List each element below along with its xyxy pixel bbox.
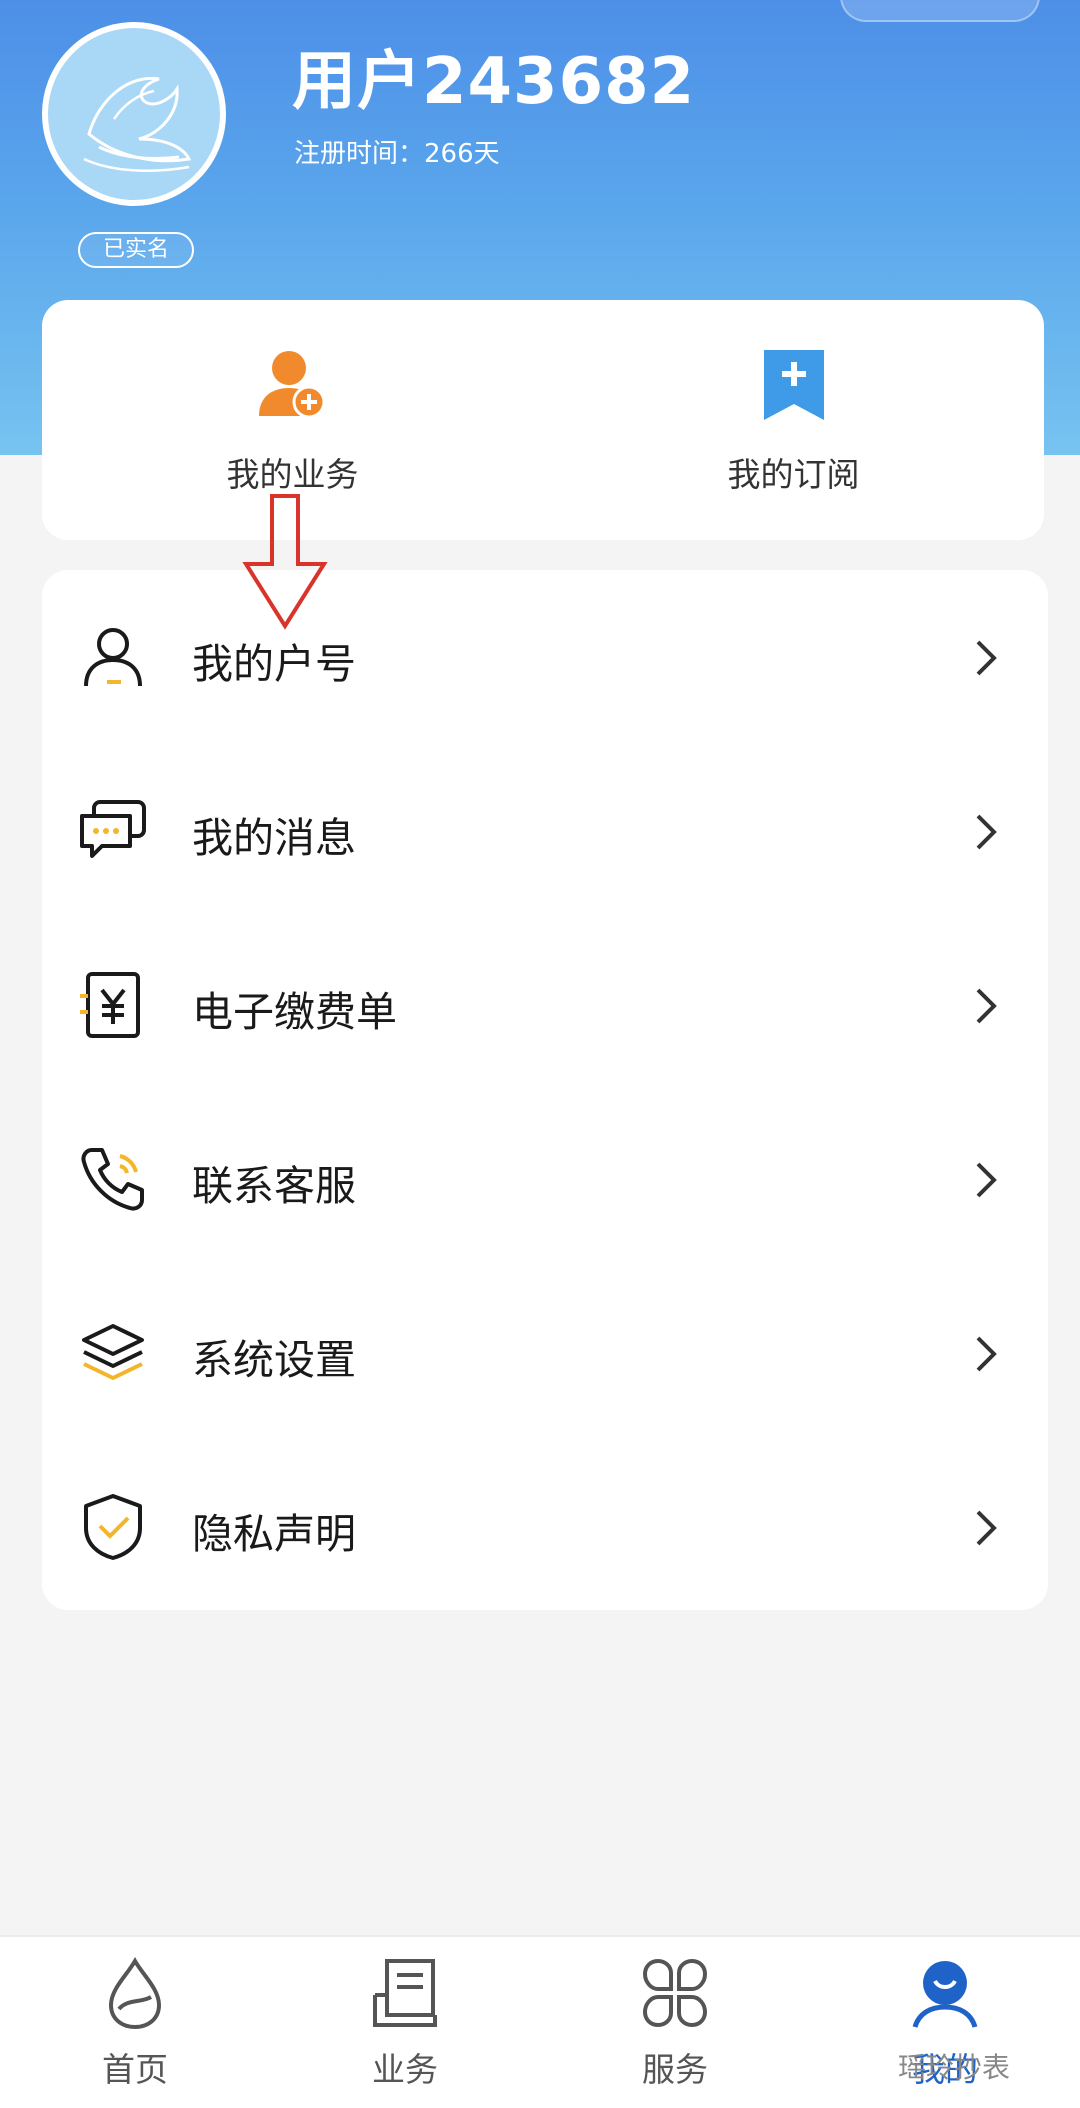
- wave-logo-icon: [83, 76, 192, 172]
- menu-label: 联系客服: [192, 1162, 356, 1210]
- menu-item-privacy[interactable]: 隐私声明: [42, 1440, 1048, 1614]
- annotation-down-arrow: [242, 494, 328, 630]
- menu-card: 我的户号 我的消息 电子缴费单 联系客服 系统设置 隐私声明: [42, 570, 1048, 1610]
- tab-label: 业务: [372, 2050, 438, 2089]
- verified-badge: 已实名: [78, 232, 194, 268]
- user-add-icon: [258, 351, 325, 419]
- chevron-right-icon: [976, 640, 997, 676]
- phone-icon: [81, 1148, 144, 1211]
- chevron-right-icon: [976, 1162, 997, 1198]
- registration-label: 注册时间：: [294, 139, 425, 169]
- my-subscription-label: 我的订阅: [727, 455, 860, 494]
- username: 用户243682: [292, 45, 696, 119]
- grid-petals-icon: [642, 1958, 708, 2028]
- bookmark-plus-icon: [763, 350, 824, 420]
- yuan-bill-icon: [80, 972, 140, 1038]
- shield-check-icon: [84, 1494, 142, 1560]
- menu-label: 电子缴费单: [192, 988, 397, 1036]
- tab-label: 首页: [102, 2050, 168, 2089]
- chevron-right-icon: [976, 1510, 997, 1546]
- menu-item-messages[interactable]: 我的消息: [42, 744, 1048, 918]
- menu-label: 隐私声明: [192, 1510, 356, 1558]
- tab-home[interactable]: 首页: [0, 1937, 270, 2108]
- document-icon: [373, 1959, 437, 2027]
- chevron-right-icon: [976, 814, 997, 850]
- tab-business[interactable]: 业务: [270, 1937, 540, 2108]
- avatar[interactable]: [42, 22, 226, 206]
- user-outline-icon: [84, 628, 142, 687]
- watermark: 瑶玲抄表: [898, 2051, 1011, 2084]
- message-bubbles-icon: [80, 800, 146, 858]
- profile-icon: [912, 1961, 978, 2028]
- registration-duration: 注册时间：266天: [294, 133, 500, 170]
- tab-services[interactable]: 服务: [540, 1937, 810, 2108]
- registration-value: 266天: [424, 139, 500, 169]
- top-right-pill[interactable]: [840, 0, 1040, 22]
- menu-item-e-bill[interactable]: 电子缴费单: [42, 918, 1048, 1092]
- menu-label: 我的户号: [192, 640, 356, 688]
- quick-actions-card: 我的业务 我的订阅: [42, 300, 1044, 540]
- menu-label: 我的消息: [192, 814, 356, 862]
- menu-item-account-number[interactable]: 我的户号: [42, 570, 1048, 744]
- my-subscription-button[interactable]: 我的订阅: [543, 300, 1044, 540]
- menu-item-customer-service[interactable]: 联系客服: [42, 1092, 1048, 1266]
- menu-label: 系统设置: [192, 1336, 356, 1384]
- layers-icon: [82, 1324, 144, 1380]
- chevron-right-icon: [976, 988, 997, 1024]
- chevron-right-icon: [976, 1336, 997, 1372]
- menu-item-settings[interactable]: 系统设置: [42, 1266, 1048, 1440]
- water-drop-icon: [108, 1956, 162, 2030]
- tab-label: 服务: [642, 2050, 708, 2089]
- my-business-label: 我的业务: [226, 455, 359, 494]
